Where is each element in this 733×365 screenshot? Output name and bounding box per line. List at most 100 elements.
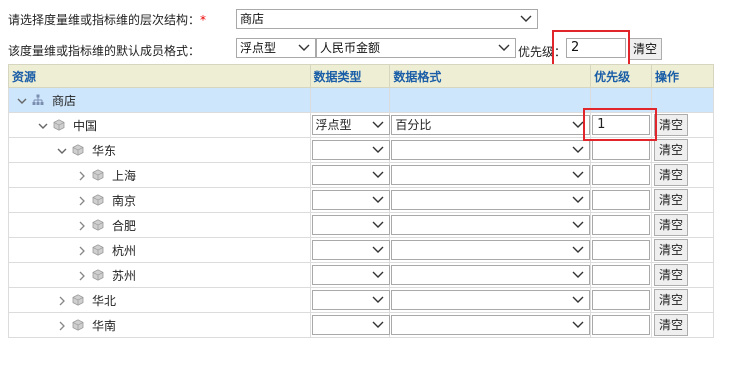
priority-input[interactable] — [592, 190, 651, 210]
operation-cell: 清空 — [651, 187, 714, 213]
resource-name[interactable]: 上海 — [112, 167, 136, 184]
data-type-select[interactable]: 浮点型 — [311, 115, 390, 135]
priority-input[interactable] — [592, 315, 651, 335]
data-type-select[interactable] — [311, 290, 390, 310]
member-cube-icon — [53, 119, 65, 131]
data-type-cell — [309, 162, 391, 188]
collapse-arrow-icon[interactable] — [17, 95, 27, 105]
priority-input[interactable] — [592, 240, 651, 260]
data-format-select[interactable] — [391, 140, 591, 160]
operation-cell: 清空 — [651, 162, 714, 188]
data-type-cell — [309, 187, 391, 213]
resource-name[interactable]: 华南 — [92, 317, 116, 334]
col-data-format: 数据格式 — [389, 64, 592, 88]
data-type-select[interactable] — [311, 215, 390, 235]
resource-name[interactable]: 苏州 — [112, 267, 136, 284]
collapse-arrow-icon[interactable] — [38, 120, 48, 130]
clear-button[interactable]: 清空 — [654, 164, 689, 186]
hierarchy-select[interactable]: 商店 — [236, 9, 538, 29]
table-row[interactable]: 上海 清空 — [8, 162, 714, 188]
clear-button[interactable]: 清空 — [654, 189, 689, 211]
data-type-select[interactable] — [311, 140, 390, 160]
resource-cell: 华北 — [8, 287, 311, 313]
data-type-select[interactable] — [311, 265, 390, 285]
priority-input[interactable] — [592, 140, 651, 160]
operation-cell: 清空 — [651, 312, 714, 338]
resource-name[interactable]: 杭州 — [112, 242, 136, 259]
clear-button[interactable]: 清空 — [654, 239, 689, 261]
data-type-cell — [309, 237, 391, 263]
table-row[interactable]: 苏州 清空 — [8, 262, 714, 288]
priority-cell — [590, 287, 653, 313]
operation-cell: 清空 — [651, 287, 714, 313]
expand-arrow-icon[interactable] — [77, 195, 87, 206]
member-cube-icon — [92, 244, 104, 256]
chevron-down-icon — [520, 15, 532, 22]
data-format-select[interactable] — [391, 190, 591, 210]
table-row[interactable]: 华南 清空 — [8, 312, 714, 338]
clear-button[interactable]: 清空 — [654, 114, 689, 136]
chevron-down-icon — [572, 296, 584, 303]
resource-name[interactable]: 商店 — [52, 92, 76, 109]
expand-arrow-icon[interactable] — [77, 270, 87, 281]
data-type-cell — [309, 262, 391, 288]
data-type-select[interactable] — [311, 315, 390, 335]
priority-cell — [590, 137, 653, 163]
member-cube-icon — [92, 269, 104, 281]
member-cube-icon — [92, 219, 104, 231]
data-format-select[interactable] — [391, 315, 591, 335]
expand-arrow-icon[interactable] — [77, 245, 87, 256]
hierarchy-select-value: 商店 — [240, 12, 265, 26]
data-format-select[interactable] — [391, 240, 591, 260]
chevron-down-icon — [372, 146, 384, 153]
resource-name[interactable]: 合肥 — [112, 217, 136, 234]
data-format-select[interactable] — [391, 215, 591, 235]
data-format-select[interactable] — [391, 290, 591, 310]
priority-input[interactable] — [592, 215, 651, 235]
expand-arrow-icon[interactable] — [57, 320, 67, 331]
expand-arrow-icon[interactable] — [77, 170, 87, 181]
clear-button[interactable]: 清空 — [654, 214, 689, 236]
table-row[interactable]: 南京 清空 — [8, 187, 714, 213]
priority-input[interactable] — [592, 265, 651, 285]
table-row[interactable]: 杭州 清空 — [8, 237, 714, 263]
data-format-select[interactable]: 百分比 — [391, 115, 591, 135]
default-data-type-select[interactable]: 浮点型 — [236, 38, 316, 58]
resource-cell: 华南 — [8, 312, 311, 338]
priority-input[interactable] — [592, 165, 651, 185]
clear-button[interactable]: 清空 — [654, 289, 689, 311]
collapse-arrow-icon[interactable] — [57, 145, 67, 155]
data-type-cell — [309, 87, 391, 113]
expand-arrow-icon[interactable] — [57, 295, 67, 306]
col-priority: 优先级 — [590, 64, 653, 88]
clear-button[interactable]: 清空 — [654, 264, 689, 286]
resource-name[interactable]: 华北 — [92, 292, 116, 309]
priority-input[interactable] — [592, 290, 651, 310]
data-type-select[interactable] — [311, 165, 390, 185]
operation-cell: 清空 — [651, 212, 714, 238]
expand-arrow-icon[interactable] — [77, 220, 87, 231]
data-format-cell — [389, 237, 592, 263]
table-row[interactable]: 合肥 清空 — [8, 212, 714, 238]
data-type-select[interactable] — [311, 240, 390, 260]
table-row[interactable]: 华东 清空 — [8, 137, 714, 163]
chevron-down-icon — [572, 271, 584, 278]
table-row[interactable]: 华北 清空 — [8, 287, 714, 313]
resource-name[interactable]: 南京 — [112, 192, 136, 209]
data-format-select[interactable] — [391, 165, 591, 185]
operation-cell: 清空 — [651, 237, 714, 263]
clear-button[interactable]: 清空 — [654, 139, 689, 161]
chevron-down-icon — [572, 196, 584, 203]
data-format-select[interactable] — [391, 265, 591, 285]
data-format-cell — [389, 162, 592, 188]
resource-name[interactable]: 华东 — [92, 142, 116, 159]
chevron-down-icon — [572, 246, 584, 253]
chevron-down-icon — [372, 171, 384, 178]
resource-name[interactable]: 中国 — [73, 117, 97, 134]
chevron-down-icon — [372, 296, 384, 303]
default-clear-button[interactable]: 清空 — [628, 38, 662, 60]
operation-cell: 清空 — [651, 137, 714, 163]
clear-button[interactable]: 清空 — [654, 314, 689, 336]
data-type-select[interactable] — [311, 190, 390, 210]
default-data-format-select[interactable]: 人民币金额 — [316, 38, 516, 58]
